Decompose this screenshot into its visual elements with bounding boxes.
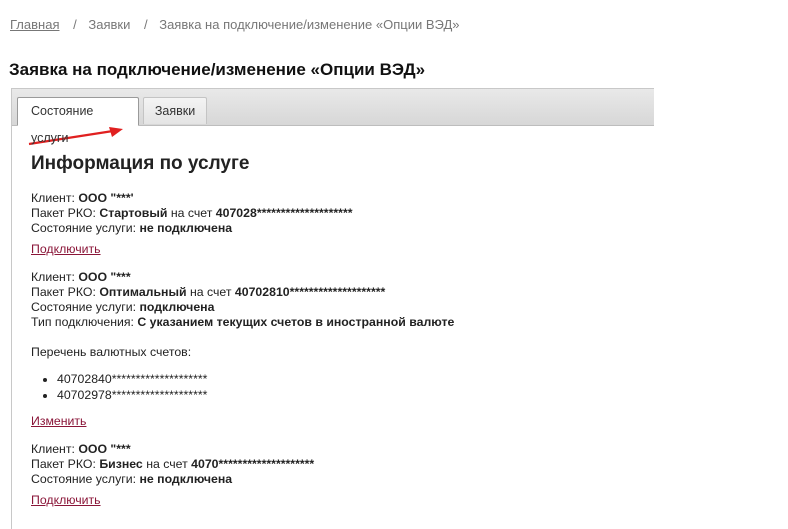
- status-value: подключена: [139, 300, 215, 314]
- service-item: Клиент: ООО "*** Пакет РКО: Бизнес на сч…: [31, 442, 454, 508]
- section-title: Информация по услуге: [31, 153, 250, 174]
- status-value: не подключена: [139, 472, 233, 486]
- connection-type-value: С указанием текущих счетов в иностранной…: [137, 315, 455, 329]
- status-value: не подключена: [139, 221, 233, 235]
- connection-type-label: Тип подключения:: [31, 315, 134, 329]
- package-value: Стартовый: [99, 206, 168, 220]
- package-label: Пакет РКО:: [31, 285, 96, 299]
- client-label: Клиент:: [31, 270, 75, 284]
- breadcrumb-separator: /: [143, 17, 148, 32]
- tab-service-status[interactable]: Состояние услуги: [17, 97, 139, 145]
- tab-bar: Состояние услуги Заявки: [12, 89, 654, 145]
- account-number: 4070********************: [191, 457, 315, 471]
- service-item: Клиент: ООО "*** Пакет РКО: Оптимальный …: [31, 270, 454, 429]
- client-label: Клиент:: [31, 442, 75, 456]
- on-account-label: на счет: [170, 206, 213, 220]
- list-item: 40702978********************: [57, 388, 454, 404]
- currency-accounts-label: Перечень валютных счетов:: [31, 345, 192, 359]
- service-list: Клиент: ООО "***' Пакет РКО: Стартовый н…: [31, 191, 454, 521]
- currency-accounts-list: 40702840******************** 40702978***…: [31, 372, 454, 403]
- package-label: Пакет РКО:: [31, 457, 96, 471]
- status-label: Состояние услуги:: [31, 472, 137, 486]
- account-number: 407028********************: [215, 206, 353, 220]
- tab-panel: Состояние услуги Заявки Информация по ус…: [11, 88, 654, 529]
- client-value: ООО "***: [78, 442, 131, 456]
- status-label: Состояние услуги:: [31, 300, 137, 314]
- package-value: Оптимальный: [99, 285, 187, 299]
- breadcrumb-requests[interactable]: Заявки: [88, 17, 130, 32]
- client-value: ООО "***': [78, 191, 134, 205]
- on-account-label: на счет: [146, 457, 188, 471]
- package-label: Пакет РКО:: [31, 206, 96, 220]
- client-value: ООО "***: [78, 270, 131, 284]
- package-value: Бизнес: [99, 457, 143, 471]
- service-item: Клиент: ООО "***' Пакет РКО: Стартовый н…: [31, 191, 454, 257]
- on-account-label: на счет: [189, 285, 232, 299]
- breadcrumb: Главная / Заявки / Заявка на подключение…: [10, 17, 459, 32]
- client-label: Клиент:: [31, 191, 75, 205]
- breadcrumb-home-link[interactable]: Главная: [10, 17, 59, 32]
- tab-requests[interactable]: Заявки: [143, 97, 207, 124]
- connect-link[interactable]: Подключить: [31, 493, 101, 508]
- connect-link[interactable]: Подключить: [31, 242, 101, 257]
- breadcrumb-current: Заявка на подключение/изменение «Опции В…: [159, 17, 460, 32]
- breadcrumb-separator: /: [73, 17, 77, 32]
- page-title: Заявка на подключение/изменение «Опции В…: [9, 60, 426, 79]
- list-item: 40702840********************: [57, 372, 454, 388]
- status-label: Состояние услуги:: [31, 221, 137, 235]
- account-number: 40702810********************: [234, 285, 386, 299]
- change-link[interactable]: Изменить: [31, 414, 86, 429]
